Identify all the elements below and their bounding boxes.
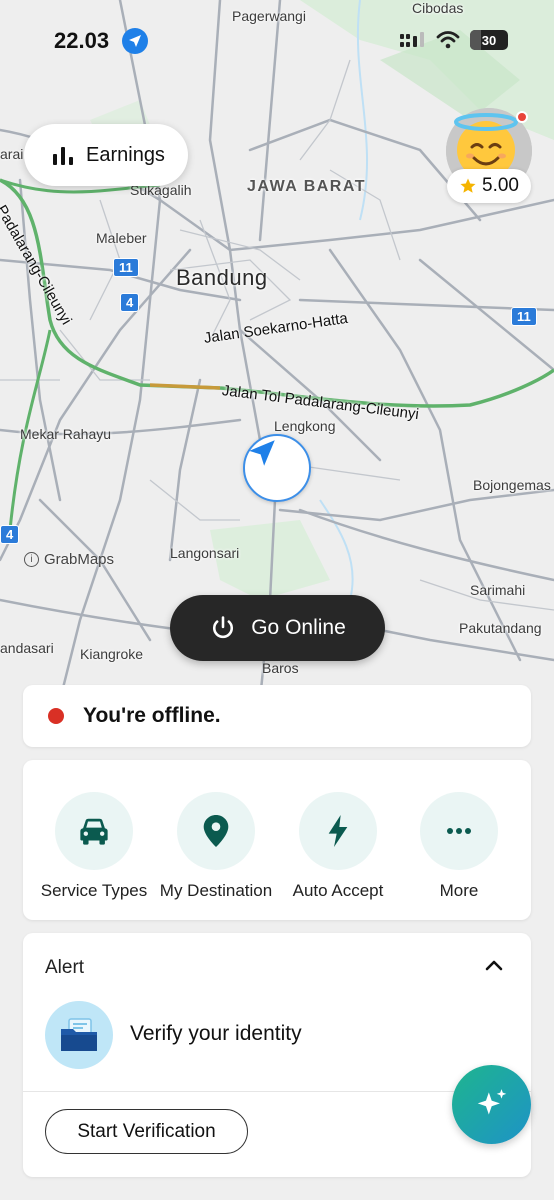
map-label-maleber: Maleber: [96, 230, 147, 246]
verify-identity-text: Verify your identity: [130, 1022, 302, 1045]
map-label-baros: Baros: [262, 660, 299, 676]
power-icon: [213, 616, 234, 639]
location-services-icon: [122, 28, 148, 54]
status-card: You're offline.: [23, 685, 531, 747]
action-label: Service Types: [40, 881, 148, 900]
map-label-cibodas: Cibodas: [412, 0, 464, 16]
map-label-mekar-rahayu: Mekar Rahayu: [20, 426, 112, 442]
location-pin-icon: [203, 815, 229, 847]
earnings-label: Earnings: [86, 143, 165, 166]
road-shield: 4: [120, 293, 140, 312]
rating-badge[interactable]: 5.00: [447, 169, 531, 203]
map-label-jawa-barat: JAWA BARAT: [247, 178, 366, 195]
service-types-button[interactable]: Service Types: [32, 792, 156, 901]
battery-icon: 30: [470, 30, 508, 50]
map-label-bojongemas: Bojongemas: [473, 477, 551, 493]
car-icon: [80, 818, 108, 845]
info-icon: i: [24, 552, 39, 567]
rating-value: 5.00: [482, 175, 519, 196]
map-label-lengkong: Lengkong: [274, 418, 336, 434]
quick-actions-card: Service Types My Destination Auto Accept…: [23, 760, 531, 920]
my-destination-button[interactable]: My Destination: [154, 792, 278, 901]
id-folder-icon: [45, 1001, 113, 1069]
action-label: My Destination: [159, 881, 273, 900]
sparkle-icon: [477, 1088, 506, 1114]
star-icon: [460, 178, 476, 193]
map-label-arai: arai: [0, 146, 24, 162]
map-label-kiangroke: Kiangroke: [80, 646, 144, 662]
alert-card: Alert Verify your identity Start Verific…: [23, 933, 531, 1177]
signal-icon: [400, 32, 424, 47]
chevron-up-icon[interactable]: [485, 959, 503, 971]
earnings-button[interactable]: Earnings: [24, 124, 188, 186]
lightning-icon: [328, 815, 348, 847]
action-label: More: [439, 881, 479, 900]
bar-chart-icon: [53, 147, 73, 165]
road-shield: 11: [113, 258, 139, 277]
road-shield: 11: [511, 307, 537, 326]
wifi-icon: [436, 31, 460, 49]
action-label: Auto Accept: [292, 881, 384, 900]
battery-level: 30: [481, 32, 497, 48]
ai-assistant-button[interactable]: [452, 1065, 531, 1144]
auto-accept-button[interactable]: Auto Accept: [276, 792, 400, 901]
map-label-langonsari: Langonsari: [170, 545, 240, 561]
map-attribution[interactable]: i GrabMaps: [24, 551, 114, 568]
notification-dot: [516, 111, 528, 123]
more-dots-icon: [447, 828, 471, 834]
map-label-andasari: andasari: [0, 640, 54, 656]
alert-title: Alert: [45, 957, 85, 978]
status-icons: 30: [400, 30, 508, 50]
offline-indicator: [48, 708, 64, 724]
start-verification-button[interactable]: Start Verification: [45, 1109, 248, 1154]
go-online-button[interactable]: Go Online: [170, 595, 385, 661]
map-label-pakutandang: Pakutandang: [459, 620, 542, 636]
navigation-arrow-icon: [249, 440, 275, 466]
attribution-label: GrabMaps: [44, 551, 115, 568]
map-label-sarimahi: Sarimahi: [470, 582, 526, 598]
status-time: 22.03: [54, 28, 110, 53]
go-online-label: Go Online: [251, 616, 346, 639]
road-shield: 4: [0, 525, 20, 544]
offline-status-text: You're offline.: [83, 704, 221, 727]
more-button[interactable]: More: [397, 792, 521, 901]
current-location-marker[interactable]: [243, 434, 311, 502]
map-label-pagerwangi: Pagerwangi: [232, 8, 306, 24]
map-label-bandung: Bandung: [176, 265, 268, 290]
